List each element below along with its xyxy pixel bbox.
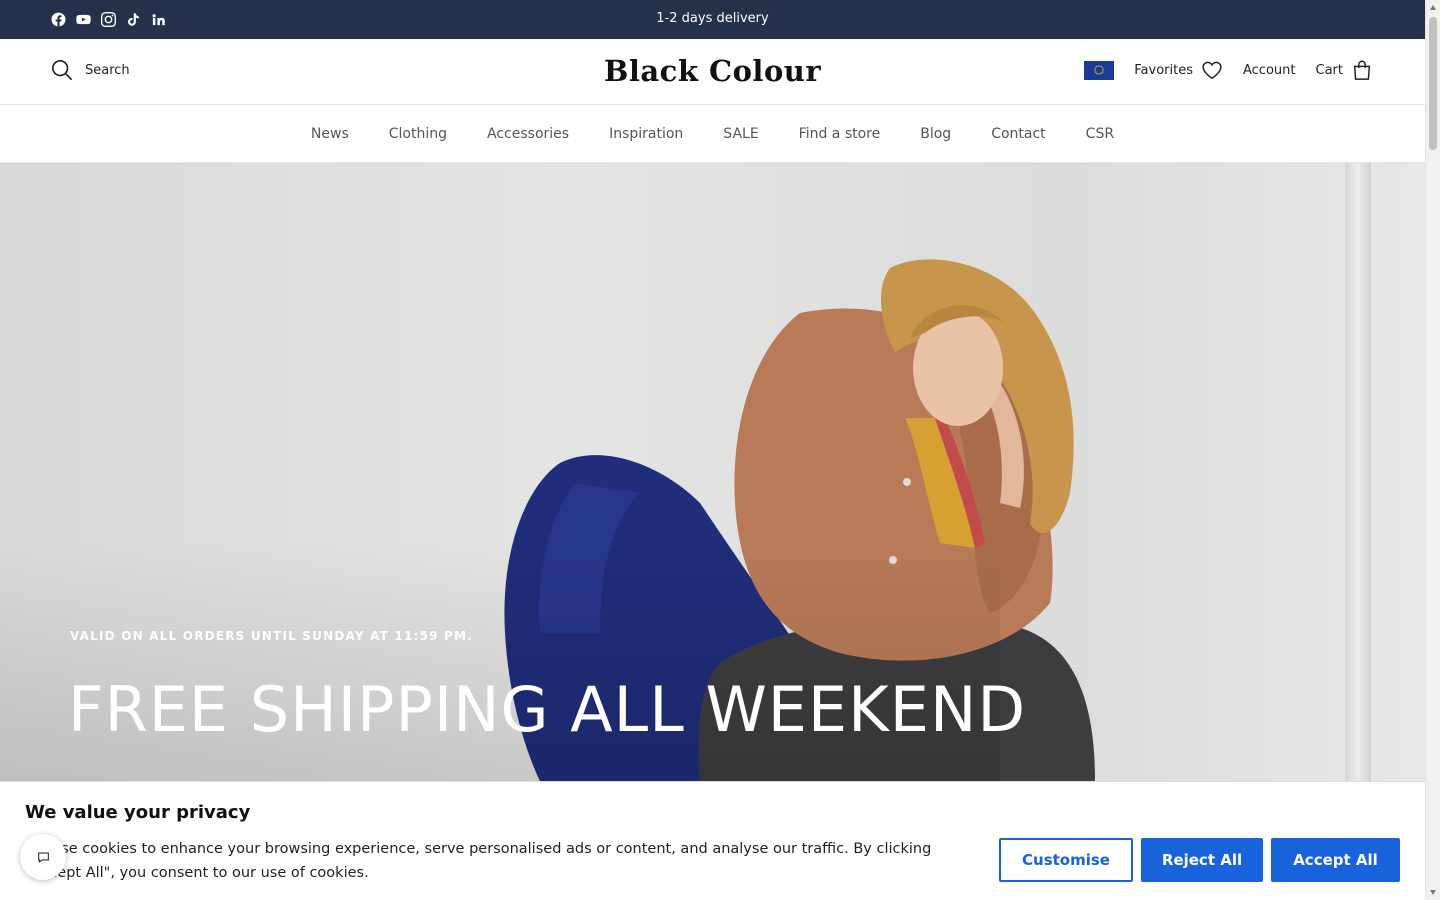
hero-subtitle: VALID ON ALL ORDERS UNTIL SUNDAY AT 11:5… xyxy=(70,629,473,643)
customise-button[interactable]: Customise xyxy=(999,838,1133,882)
hero-banner[interactable]: VALID ON ALL ORDERS UNTIL SUNDAY AT 11:5… xyxy=(0,163,1425,781)
accept-all-button[interactable]: Accept All xyxy=(1271,838,1400,882)
header-actions: Favorites Account Cart xyxy=(1084,59,1373,81)
nav-item-sale[interactable]: SALE xyxy=(723,126,758,142)
heart-icon xyxy=(1202,61,1222,80)
announcement-bar: 1-2 days delivery xyxy=(0,0,1425,39)
nav-item-accessories[interactable]: Accessories xyxy=(487,126,569,142)
site-header: Search Black Colour Favorites Account Ca… xyxy=(0,39,1425,105)
nav-item-blog[interactable]: Blog xyxy=(920,126,951,142)
nav-item-find-a-store[interactable]: Find a store xyxy=(799,126,881,142)
scroll-up-arrow-icon[interactable] xyxy=(1430,5,1436,10)
cart-link[interactable]: Cart xyxy=(1316,59,1374,81)
cart-label: Cart xyxy=(1315,62,1344,78)
nav-item-csr[interactable]: CSR xyxy=(1086,126,1114,142)
cookie-text: We use cookies to enhance your browsing … xyxy=(25,841,932,881)
nav-item-contact[interactable]: Contact xyxy=(991,126,1045,142)
chat-bubble-icon xyxy=(37,851,49,863)
chat-widget-button[interactable] xyxy=(20,834,66,880)
cookie-banner: We value your privacy We use cookies to … xyxy=(0,781,1425,900)
eu-flag-icon[interactable] xyxy=(1084,60,1115,80)
nav-item-inspiration[interactable]: Inspiration xyxy=(609,126,683,142)
announcement-text: 1-2 days delivery xyxy=(656,11,769,26)
shopping-bag-icon xyxy=(1353,60,1371,80)
page-scrollbar[interactable] xyxy=(1425,0,1440,900)
scroll-down-arrow-icon[interactable] xyxy=(1430,890,1436,895)
hero-title: FREE SHIPPING ALL WEEKEND xyxy=(68,673,1027,746)
account-label: Account xyxy=(1243,62,1296,78)
cookie-title: We value your privacy xyxy=(25,802,251,823)
nav-item-clothing[interactable]: Clothing xyxy=(389,126,447,142)
main-nav: News Clothing Accessories Inspiration SA… xyxy=(0,105,1425,163)
reject-all-button[interactable]: Reject All xyxy=(1141,838,1263,882)
favorites-label: Favorites xyxy=(1134,62,1193,78)
scrollbar-thumb[interactable] xyxy=(1429,17,1437,150)
favorites-link[interactable]: Favorites xyxy=(1134,59,1223,81)
nav-item-news[interactable]: News xyxy=(311,126,349,142)
account-link[interactable]: Account xyxy=(1243,63,1296,78)
